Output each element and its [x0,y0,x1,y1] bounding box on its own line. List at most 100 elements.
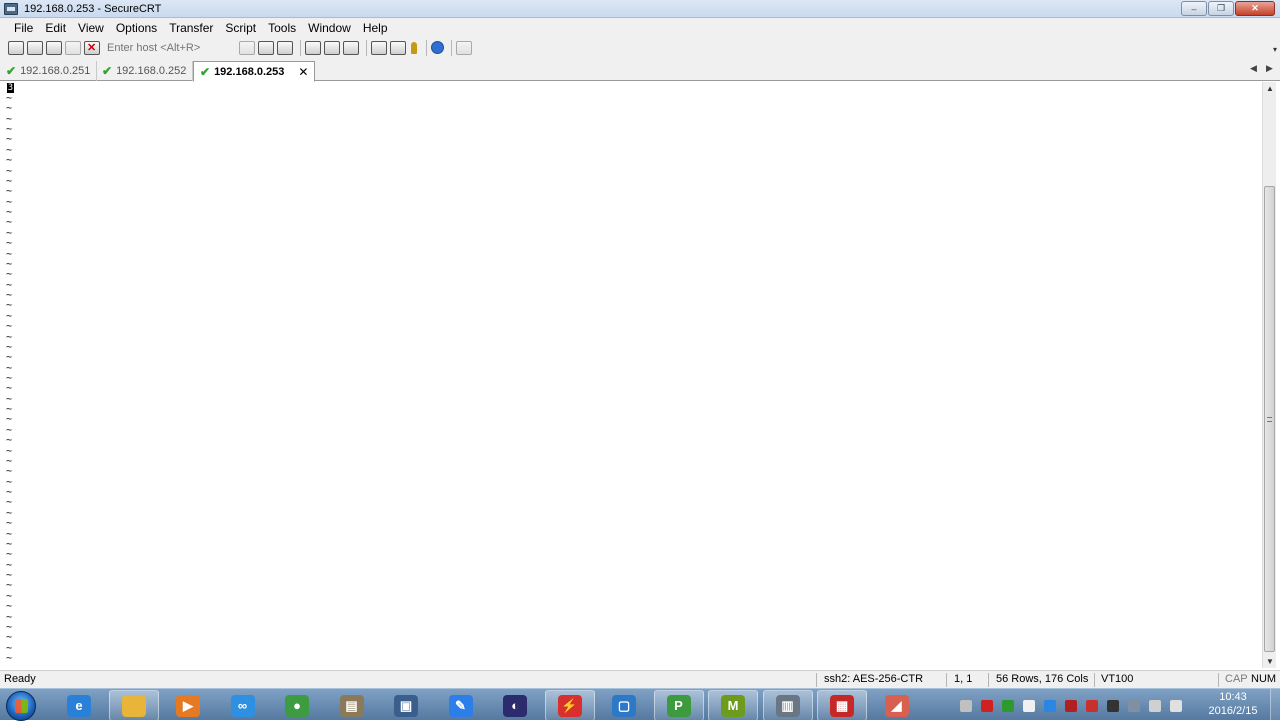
menu-tools[interactable]: Tools [262,21,302,35]
tray-icon[interactable] [1149,700,1161,712]
menu-edit[interactable]: Edit [39,21,72,35]
show-desktop-button[interactable] [1270,689,1280,721]
find-icon[interactable] [277,40,293,55]
media-player-icon: ▶ [176,694,200,717]
help-icon[interactable] [431,41,444,54]
disconnect-icon[interactable] [84,40,100,55]
project-app-icon: P [666,694,691,717]
key-icon[interactable] [409,41,419,55]
status-cursor-position: 1, 1 [954,673,973,685]
minimize-button[interactable]: ‒ [1181,1,1207,16]
status-dimensions: 56 Rows, 176 Cols [996,673,1089,685]
tray-icon[interactable] [960,700,972,712]
status-separator [988,673,989,687]
taskbar-app-chrome[interactable]: ● [272,690,322,721]
close-window-button[interactable]: ✕ [1235,1,1275,16]
taskbar-app-media-player[interactable]: ▶ [163,690,213,721]
securecrt-icon: ▥ [775,694,800,717]
window-controls: ‒ ❐ ✕ [1181,1,1275,16]
restore-button[interactable]: ❐ [1208,1,1234,16]
tray-icon[interactable] [1002,700,1014,712]
connected-check-icon: ✔ [102,64,113,78]
menu-script[interactable]: Script [219,21,262,35]
windows-taskbar: e ▶ ∞ ● ▤ ▣ ✎ ◐ ⚡ ▢ P M ▥ ▦ ◢ 10:43 2016/2/15 [0,688,1280,721]
tab-192-168-0-251[interactable]: ✔ 192.168.0.251 [0,61,98,81]
taskbar-app-flash-app[interactable]: ⚡ [544,690,595,721]
m-app-icon: M [721,694,745,717]
tab-scroll-right-icon[interactable]: ▶ [1266,63,1273,74]
folder-tool-icon: ▤ [339,694,364,717]
eclipse-icon: ◐ [503,694,527,717]
taskbar-app-network-manager[interactable]: ▣ [381,690,431,721]
print-icon[interactable] [305,40,321,55]
toolbar-separator [300,39,301,56]
status-separator [1094,673,1095,687]
scroll-down-icon[interactable]: ▼ [1266,657,1274,666]
scroll-up-icon[interactable]: ▲ [1266,84,1274,93]
quick-connect-icon[interactable] [27,40,43,55]
connect-in-tab-icon[interactable] [46,40,62,55]
title-bar: 192.168.0.253 - SecureCRT ‒ ❐ ✕ [0,0,1280,18]
menu-help[interactable]: Help [357,21,394,35]
start-button[interactable] [6,691,36,721]
tab-label: 192.168.0.251 [20,65,91,77]
taskbar-app-cloud-sync[interactable]: ∞ [218,690,268,721]
global-options-icon[interactable] [390,40,406,55]
menu-transfer[interactable]: Transfer [163,21,219,35]
taskbar-app-feather-app[interactable]: ✎ [436,690,486,721]
reconnect-icon[interactable] [65,40,81,55]
toolbar: ▾ [0,37,1280,58]
securecrt-app-icon[interactable] [4,2,18,15]
close-tab-icon[interactable]: ✕ [298,65,308,79]
taskbar-app-m-app[interactable]: M [708,690,758,721]
menu-options[interactable]: Options [110,21,163,35]
taskbar-app-virtualbox[interactable]: ▢ [599,690,649,721]
taskbar-app-securecrt[interactable]: ▥ [762,690,813,721]
pdf-reader-icon: ▦ [830,694,854,717]
scrollbar-thumb[interactable] [1264,186,1275,652]
taskbar-app-eclipse[interactable]: ◐ [490,690,540,721]
print-selection-icon[interactable] [324,40,340,55]
taskbar-app-project-app[interactable]: P [653,690,704,721]
connected-check-icon: ✔ [6,64,17,78]
enter-host-input[interactable] [105,39,231,56]
tab-192-168-0-252[interactable]: ✔ 192.168.0.252 [96,61,194,81]
session-options-icon[interactable] [371,40,387,55]
empty-line-marker: ~ [6,518,13,530]
copy-icon[interactable] [239,40,255,55]
tray-icon[interactable] [1170,700,1182,712]
vertical-scrollbar[interactable]: ▲ ▼ [1262,82,1276,668]
cloud-sync-icon: ∞ [230,694,255,717]
connected-check-icon: ✔ [200,64,211,79]
tray-icon[interactable] [1065,700,1077,712]
tab-192-168-0-253[interactable]: ✔ 192.168.0.253 ✕ [193,61,316,82]
menu-file[interactable]: File [8,21,39,35]
print-setup-icon[interactable] [343,40,359,55]
taskbar-app-file-explorer[interactable] [108,690,159,721]
toolbar-overflow-chevron-icon[interactable]: ▾ [1273,45,1277,54]
internet-explorer-icon: e [67,694,91,717]
taskbar-app-pdf-reader[interactable]: ▦ [817,690,867,721]
terminal-area[interactable]: 3 ~ ~ ~ ~ ~ ~ ~ ~ ~ ~ ~ ~ ~ ~ ~ ~ ~ ~ ~ ~ ~ ~ ~ ~ ~ ~ ~ ~ ~ ~ ~ ~ ~ ~ ~ ~ ~ ~… [0,82,1262,668]
tray-icon[interactable] [1086,700,1098,712]
keymap-icon[interactable] [456,40,472,55]
tray-icon[interactable] [981,700,993,712]
status-caps-lock: CAP [1225,673,1248,685]
taskbar-clock[interactable]: 10:43 2016/2/15 [1200,690,1266,718]
tray-icon[interactable] [1128,700,1140,712]
tray-icon[interactable] [1023,700,1035,712]
tray-icon[interactable] [1107,700,1119,712]
taskbar-app-internet-explorer[interactable]: e [54,690,104,721]
empty-line-marker: ~ [6,238,13,250]
taskbar-app-folder-tool[interactable]: ▤ [327,690,377,721]
paste-icon[interactable] [258,40,274,55]
status-ready: Ready [4,673,36,685]
connect-icon[interactable] [8,40,24,55]
menu-view[interactable]: View [72,21,110,35]
tab-scroll-left-icon[interactable]: ◀ [1250,63,1257,74]
taskbar-app-eraser-tool[interactable]: ◢ [872,690,922,721]
virtualbox-icon: ▢ [612,694,636,717]
tray-icon[interactable] [1044,700,1056,712]
status-bar: Ready ssh2: AES-256-CTR 1, 1 56 Rows, 17… [0,670,1280,688]
menu-window[interactable]: Window [302,21,357,35]
